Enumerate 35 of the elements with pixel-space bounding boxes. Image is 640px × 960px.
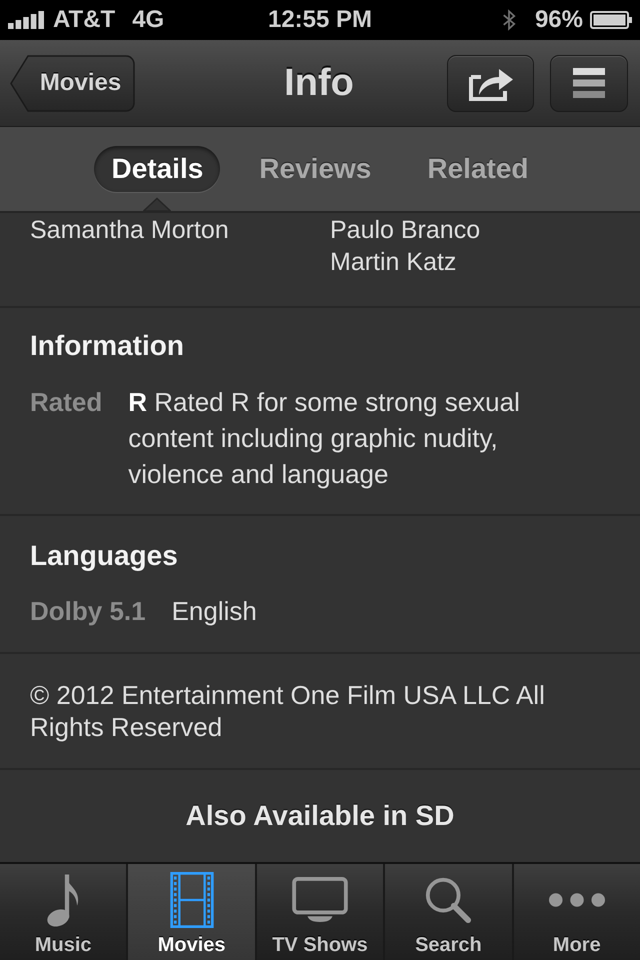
battery-percent: 96%	[534, 6, 583, 34]
network-type: 4G	[132, 6, 164, 34]
menu-button[interactable]	[550, 54, 628, 112]
detail-label: Dolby 5.1	[30, 595, 146, 628]
more-icon	[548, 893, 605, 907]
segment-tab[interactable]: Reviews	[242, 146, 388, 192]
carrier-name: AT&T	[53, 6, 116, 34]
menu-icon	[573, 68, 605, 98]
copyright-text: © 2012 Entertainment One Film USA LLC All Rights Reserved	[30, 679, 546, 743]
music-note-icon	[46, 873, 80, 927]
tab-bar-item[interactable]: More	[514, 864, 640, 960]
share-button[interactable]	[447, 54, 534, 112]
back-button[interactable]: Movies	[10, 54, 135, 112]
battery-icon	[590, 11, 632, 29]
segment-tab[interactable]: Details	[94, 146, 220, 192]
section-heading: Languages	[30, 540, 179, 572]
person-name: Martin Katz	[330, 247, 458, 278]
tab-bar-item[interactable]: Search	[385, 864, 514, 960]
segment-tab[interactable]: Related	[410, 146, 546, 192]
detail-value: R Rated R for some strong sexual content including graphic nudity, violence and language	[128, 386, 521, 491]
bluetooth-icon	[502, 9, 516, 31]
detail-value: English	[172, 595, 257, 628]
clock-time: 12:55 PM	[268, 6, 372, 34]
person-name: Samantha Morton	[30, 215, 230, 246]
tv-icon	[292, 877, 348, 923]
search-icon	[424, 876, 472, 924]
signal-icon	[8, 11, 44, 29]
also-available-button[interactable]: Also Available in SD	[0, 770, 640, 862]
section-heading: Information	[30, 330, 185, 362]
film-strip-icon	[168, 872, 215, 928]
tab-bar-item[interactable]: TV Shows	[256, 864, 386, 960]
detail-label: Rated	[30, 386, 102, 419]
person-name: Paulo Branco	[330, 215, 480, 246]
screen-title: Info	[284, 62, 354, 104]
tab-bar-item[interactable]: Movies	[128, 864, 257, 960]
